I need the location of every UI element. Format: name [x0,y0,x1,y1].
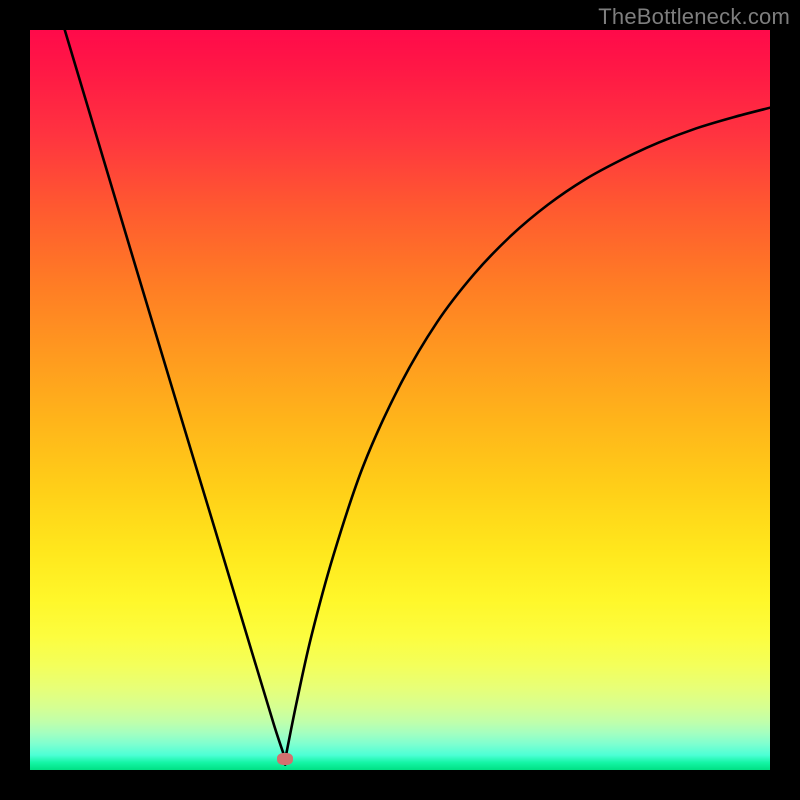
bottleneck-curve [30,30,770,770]
minimum-marker [277,753,293,765]
chart-outer-frame: TheBottleneck.com [0,0,800,800]
plot-area [30,30,770,770]
watermark-text: TheBottleneck.com [598,4,790,30]
